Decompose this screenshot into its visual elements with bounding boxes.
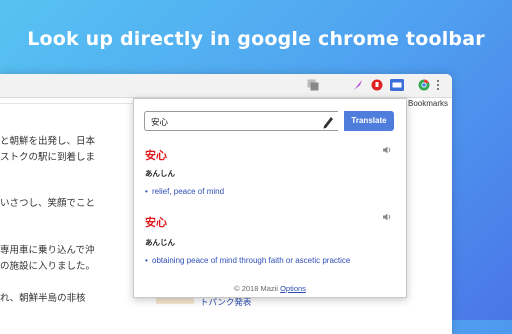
options-link[interactable]: Options (280, 284, 306, 293)
entry-meaning: • relief, peace of mind (145, 187, 225, 196)
browser-toolbar (0, 74, 452, 98)
entry-meaning: • obtaining peace of mind through faith o… (145, 256, 351, 265)
article-line: ストクの駅に到着しま (0, 152, 96, 163)
feather-icon[interactable] (352, 79, 364, 91)
search-input[interactable]: 安心 (144, 111, 338, 131)
entry-word: 安心 (145, 150, 167, 162)
bookmarks-bar-text[interactable]: r Bookmarks (403, 99, 448, 108)
popup-footer: © 2018 Mazii Options (134, 284, 406, 293)
copyright-text: © 2018 Mazii (234, 284, 278, 293)
article-line: と朝鮮を出発し、日本 (0, 136, 96, 147)
article-line: れ、朝鮮半島の非核 (0, 293, 86, 304)
dictionary-popup: 安心 Translate 安心 あんしん • relief, peace of m… (133, 98, 407, 298)
speaker-icon[interactable] (382, 212, 392, 222)
article-line: いさつし、笑顔でこと (0, 198, 96, 209)
adblock-icon[interactable] (371, 79, 383, 91)
pen-icon[interactable] (319, 112, 337, 131)
entry-reading: あんしん (145, 169, 175, 178)
entry-word: 安心 (145, 217, 167, 229)
google-translate-icon[interactable] (307, 79, 319, 91)
article-line: の施設に入りました。 (0, 261, 96, 272)
article-line: 専用車に乗り込んで沖 (0, 245, 95, 256)
speaker-icon[interactable] (382, 145, 392, 155)
headline: Look up directly in google chrome toolba… (27, 28, 485, 50)
entry-reading: あんじん (145, 238, 175, 247)
menu-icon[interactable] (436, 79, 440, 91)
page-divider (0, 103, 150, 104)
chrome-icon[interactable] (418, 79, 430, 91)
translate-button[interactable]: Translate (344, 111, 394, 131)
mazii-extension-icon[interactable] (390, 79, 404, 91)
